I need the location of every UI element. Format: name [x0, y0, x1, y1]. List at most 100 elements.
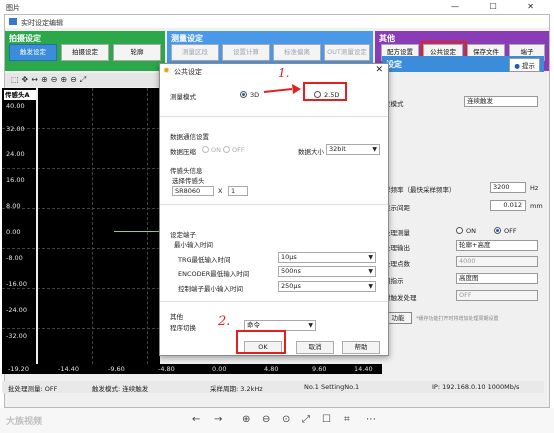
status-bar: 批处理测量: OFF 触发模式: 连续触发 采样周期: 3.2kHz No.1 …	[2, 381, 544, 393]
prev-icon[interactable]: ←	[192, 414, 200, 425]
next-icon[interactable]: →	[214, 414, 222, 425]
grid-line	[147, 88, 148, 364]
divider	[160, 301, 388, 302]
cancel-button[interactable]: 取消	[296, 341, 334, 354]
data-size-select[interactable]: 32bit ▼	[326, 144, 380, 155]
outer-title: 图片	[6, 4, 20, 12]
y-tick: 8.00	[6, 202, 21, 210]
window-controls[interactable]: — ☐ ✕	[451, 2, 548, 11]
mode-3d-label: 3D	[250, 91, 260, 99]
x-tick: -4.80	[158, 365, 175, 373]
encoder-min-select[interactable]: 500ns ▼	[278, 266, 376, 277]
zoom-in-icon[interactable]: ⊕	[242, 414, 250, 425]
grid-line	[2, 328, 160, 329]
group-other-title: 其他	[379, 34, 395, 43]
compress-on-radio[interactable]	[202, 146, 209, 153]
grid-line	[2, 208, 160, 209]
sensor-x-label: X	[218, 187, 223, 195]
sensor-count-field[interactable]: 1	[228, 186, 248, 196]
compress-on-label: ON	[211, 146, 221, 154]
grid-line	[92, 88, 93, 364]
display-pitch-unit: mm	[530, 202, 543, 210]
profile-trace	[114, 231, 160, 232]
chevron-down-icon: ▼	[368, 254, 373, 261]
terminal-section-title: 设定端子	[170, 231, 196, 239]
view-tool-icons[interactable]: ⬚✥↔⊕⊖⊕⊖⤢	[11, 75, 89, 85]
compress-off-radio[interactable]	[223, 146, 230, 153]
crop-icon[interactable]: ⌗	[344, 414, 350, 425]
batch-off-label: OFF	[504, 227, 517, 235]
calc-settings-button[interactable]: 设置计算	[222, 44, 270, 61]
image-viewer-toolbar: 大族视频 ← → ⊕ ⊖ ⊙ ⤢ ☐ ⌗ ⋯	[0, 408, 554, 433]
x-tick: -9.60	[108, 365, 125, 373]
help-button[interactable]: 帮助	[342, 341, 380, 354]
zoom-out-icon[interactable]: ⊖	[262, 414, 270, 425]
trigger-mode-select[interactable]: 连续触发	[464, 96, 538, 107]
y-tick: 32.00	[6, 125, 25, 133]
y-tick: -8.00	[6, 254, 23, 262]
batch-on-radio[interactable]	[456, 227, 463, 234]
ctrl-min-label: 控制端子最小输入时间	[178, 285, 243, 293]
batch-off-radio[interactable]	[494, 227, 501, 234]
batch-output-select[interactable]: 轮廓+高度	[456, 240, 538, 251]
y-tick: -24.00	[6, 306, 27, 314]
close-icon[interactable]: ✕	[375, 65, 383, 75]
profile-button[interactable]: 轮廓	[113, 44, 161, 61]
image-indicator-select[interactable]: 高度图	[456, 273, 538, 284]
group-capture: 拍摄设定 触发设定 拍摄设定 轮廓	[5, 31, 165, 71]
status-trigger: 触发模式: 连续触发	[92, 385, 149, 393]
batch-points-input[interactable]: 4000	[456, 256, 538, 267]
actual-size-icon[interactable]: ⊙	[282, 414, 290, 425]
trigger-settings-button[interactable]: 触发设定	[9, 44, 57, 61]
out-measure-button[interactable]: OUT测量设定	[324, 44, 370, 61]
dialog-title: 公共设定	[174, 68, 202, 76]
y-tick: -32.00	[6, 332, 27, 340]
y-tick: -16.00	[6, 280, 27, 288]
y-tick: 40.00	[6, 102, 25, 110]
chevron-down-icon: ▼	[368, 268, 373, 275]
function-note: *缓存功能打开时将增加处理周期设置	[416, 316, 499, 322]
sensor-section-title: 传感头信息	[170, 167, 203, 175]
batch-on-label: ON	[466, 227, 476, 235]
measure-range-button[interactable]: 测量区段	[171, 44, 219, 61]
help-tip-button[interactable]: ● 提示	[509, 58, 540, 72]
sensor-head-label: 传感头A	[4, 90, 38, 100]
program-switch-label: 程序切换	[170, 324, 196, 332]
frame-icon[interactable]: ☐	[322, 414, 331, 425]
x-axis: -19.20 -14.40 -9.60 -4.80 0.00 4.80 9.60…	[2, 364, 382, 374]
y-tick: 0.00	[6, 228, 21, 236]
trg-min-select[interactable]: 10μs ▼	[278, 252, 376, 263]
trigger-process-select[interactable]: OFF	[456, 290, 538, 301]
other-section-title: 其他	[170, 313, 183, 321]
x-tick: 14.40	[354, 365, 373, 373]
gear-icon: ✹	[163, 66, 170, 75]
std-deviation-button[interactable]: 标准偏离	[273, 44, 321, 61]
data-size-value: 32bit	[329, 145, 346, 153]
app-title: 实时设定编辑	[21, 19, 63, 27]
chevron-down-icon: ▼	[308, 322, 313, 329]
profile-display: 传感头A 40.00 32.00 24.00 16.00 8.00 0.00 -…	[2, 88, 160, 364]
fit-icon[interactable]: ⤢	[302, 414, 310, 425]
display-pitch-input[interactable]: 0.012	[490, 200, 526, 211]
sample-rate-select[interactable]: 3200	[490, 182, 526, 193]
divider	[160, 204, 388, 205]
x-tick: 4.80	[264, 365, 279, 373]
more-icon[interactable]: ⋯	[366, 414, 376, 425]
dialog-title-bar: ✹ 公共设定 ✕	[160, 64, 388, 78]
annotation-step-two: 2.	[218, 314, 231, 329]
sensor-model-field[interactable]: SR8060	[172, 186, 214, 196]
data-size-label: 数据大小	[298, 148, 324, 156]
common-settings-dialog: ✹ 公共设定 ✕ 测量模式 3D 2.5D 数据通信设置 数据压缩 ON OFF…	[159, 63, 389, 356]
min-input-title: 最小输入时间	[174, 241, 213, 249]
mode-3d-radio[interactable]	[240, 91, 247, 98]
compress-off-label: OFF	[232, 146, 245, 154]
highlight-ok-button	[236, 330, 286, 354]
divider	[160, 116, 388, 117]
outer-title-bar: 图片 — ☐ ✕	[0, 0, 554, 14]
x-tick: -19.20	[8, 365, 29, 373]
capture-settings-button[interactable]: 拍摄设定	[61, 44, 109, 61]
comm-section-title: 数据通信设置	[170, 133, 209, 141]
group-measure-title: 测量设定	[171, 34, 203, 43]
ctrl-min-select[interactable]: 250μs ▼	[278, 281, 376, 292]
encoder-min-value: 500ns	[281, 267, 301, 275]
